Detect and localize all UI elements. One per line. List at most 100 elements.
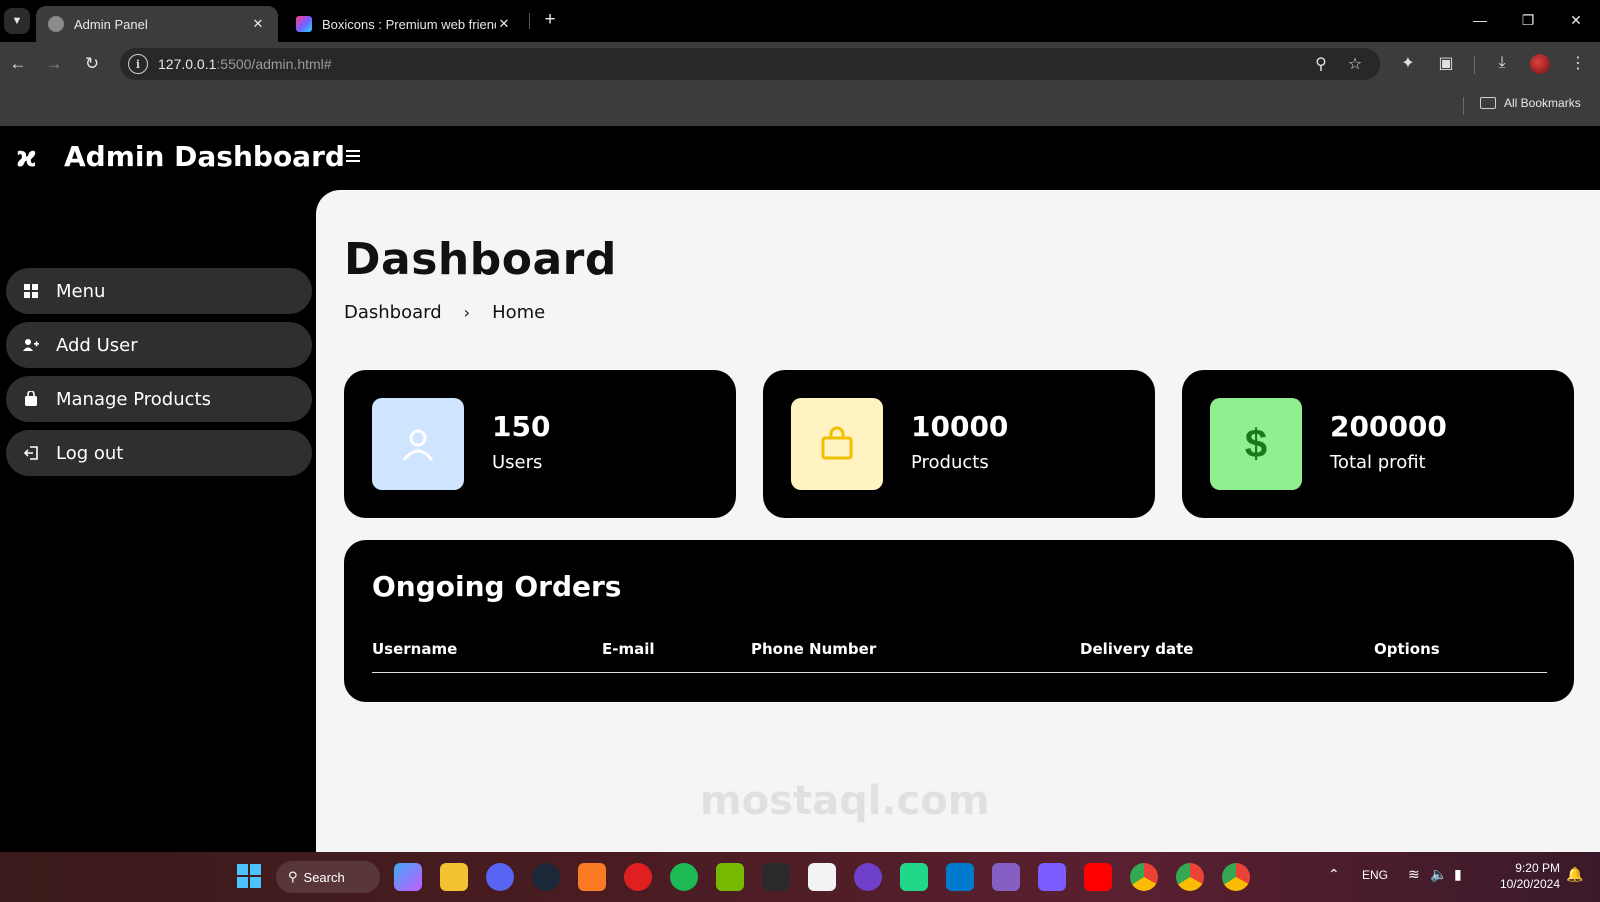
tab-admin-panel[interactable]: Admin Panel ✕ bbox=[36, 6, 278, 42]
xampp-icon[interactable] bbox=[578, 863, 606, 891]
browser-tab-strip: ▼ Admin Panel ✕ Boxicons : Premium web f… bbox=[0, 0, 1600, 42]
extension-bird-icon[interactable]: ✦ bbox=[1396, 51, 1420, 75]
restore-icon[interactable]: ❐ bbox=[1512, 8, 1544, 32]
chrome-icon[interactable] bbox=[1130, 863, 1158, 891]
game-launcher-icon[interactable] bbox=[624, 863, 652, 891]
chevron-up-icon[interactable]: ⌃ bbox=[1328, 866, 1340, 883]
watermark: mostaql.com bbox=[700, 778, 990, 824]
tab-boxicons[interactable]: Boxicons : Premium web friendl ✕ bbox=[284, 6, 524, 42]
sidebar-item-label: Log out bbox=[56, 442, 124, 464]
extensions-puzzle-icon[interactable]: ▣ bbox=[1434, 51, 1458, 75]
battery-icon[interactable]: ▮ bbox=[1454, 866, 1462, 883]
sidebar-item-menu[interactable]: Menu bbox=[6, 268, 312, 314]
nvidia-icon[interactable] bbox=[716, 863, 744, 891]
tab-separator bbox=[529, 13, 530, 29]
taskbar-clock[interactable]: 9:20 PM 10/20/2024 bbox=[1488, 860, 1560, 892]
close-icon[interactable]: ✕ bbox=[250, 16, 266, 32]
bag-icon bbox=[22, 390, 40, 408]
breadcrumb: Dashboard › Home bbox=[344, 302, 545, 323]
sidebar-item-manage-products[interactable]: Manage Products bbox=[6, 376, 312, 422]
stat-card-profit: $ 200000 Total profit bbox=[1182, 370, 1574, 518]
stat-card-products: 10000 Products bbox=[763, 370, 1155, 518]
admin-page: ϰ Admin Dashboard Menu Add User Manage P… bbox=[0, 126, 1600, 852]
back-arrow-icon[interactable]: ← bbox=[4, 50, 32, 78]
bookmark-star-icon[interactable]: ☆ bbox=[1344, 53, 1366, 75]
tab-search-button[interactable]: ▼ bbox=[4, 8, 30, 34]
sidebar-item-label: Manage Products bbox=[56, 388, 211, 410]
new-tab-button[interactable]: + bbox=[538, 8, 562, 32]
logout-icon bbox=[22, 444, 40, 462]
windows-start-icon[interactable] bbox=[236, 863, 262, 889]
brand: ϰ Admin Dashboard bbox=[16, 140, 345, 173]
more-menu-icon[interactable]: ⋮ bbox=[1566, 51, 1590, 75]
file-explorer-icon[interactable] bbox=[440, 863, 468, 891]
breadcrumb-item[interactable]: Dashboard bbox=[344, 302, 442, 323]
boxicons-logo-icon bbox=[296, 16, 312, 32]
breadcrumb-item-current[interactable]: Home bbox=[492, 302, 545, 323]
taskbar-search-label: Search bbox=[303, 869, 345, 885]
brand-logo-icon: ϰ bbox=[16, 140, 37, 173]
profile-avatar-icon[interactable] bbox=[1530, 54, 1550, 74]
sidebar-item-logout[interactable]: Log out bbox=[6, 430, 312, 476]
column-header-options: Options bbox=[1374, 640, 1440, 658]
chrome-alt-icon[interactable] bbox=[1222, 863, 1250, 891]
windows-taskbar: ⚲ Search ⌃ ENG ≋ 🔈 ▮ 9:20 PM 10/20/2024 … bbox=[0, 852, 1600, 902]
steam-icon[interactable] bbox=[532, 863, 560, 891]
language-indicator[interactable]: ENG bbox=[1362, 868, 1388, 882]
chevron-right-icon: › bbox=[463, 303, 471, 322]
window-close-icon[interactable]: ✕ bbox=[1560, 8, 1592, 32]
all-bookmarks-button[interactable]: All Bookmarks bbox=[1480, 96, 1581, 110]
spotify-icon[interactable] bbox=[670, 863, 698, 891]
stat-value: 10000 bbox=[911, 410, 1009, 443]
discord-icon[interactable] bbox=[486, 863, 514, 891]
download-icon[interactable]: ⤓ bbox=[1490, 51, 1514, 75]
page-title: Dashboard bbox=[344, 234, 617, 285]
visual-studio-icon[interactable] bbox=[992, 863, 1020, 891]
url-path: :5500/admin.html# bbox=[216, 56, 332, 72]
hamburger-menu-icon[interactable] bbox=[346, 150, 360, 162]
toolbar-separator bbox=[1474, 56, 1475, 74]
grid-icon bbox=[22, 282, 40, 300]
reload-icon[interactable]: ↻ bbox=[78, 50, 106, 78]
volume-icon[interactable]: 🔈 bbox=[1430, 866, 1447, 883]
stat-label: Users bbox=[492, 452, 543, 473]
epic-games-icon[interactable] bbox=[762, 863, 790, 891]
pycharm-icon[interactable] bbox=[900, 863, 928, 891]
column-header-email: E-mail bbox=[602, 640, 655, 658]
shopping-bag-icon bbox=[791, 398, 883, 490]
site-info-icon[interactable]: i bbox=[128, 54, 148, 74]
stat-label: Total profit bbox=[1330, 452, 1426, 473]
url-host: 127.0.0.1 bbox=[158, 56, 217, 72]
taskbar-search[interactable]: ⚲ Search bbox=[276, 861, 380, 893]
minimize-icon[interactable]: — bbox=[1464, 8, 1496, 32]
bookmarks-separator bbox=[1463, 97, 1464, 115]
github-icon[interactable] bbox=[854, 863, 882, 891]
stat-card-users: 150 Users bbox=[344, 370, 736, 518]
forward-arrow-icon[interactable]: → bbox=[40, 50, 68, 78]
sidebar-item-label: Menu bbox=[56, 280, 106, 302]
orders-title: Ongoing Orders bbox=[372, 570, 622, 603]
wifi-icon[interactable]: ≋ bbox=[1408, 866, 1420, 883]
address-bar[interactable]: i 127.0.0.1:5500/admin.html# ⚲ ☆ bbox=[120, 48, 1380, 80]
copilot-icon[interactable] bbox=[394, 863, 422, 891]
url-text[interactable]: 127.0.0.1:5500/admin.html# bbox=[158, 56, 332, 72]
close-icon[interactable]: ✕ bbox=[496, 16, 512, 32]
all-bookmarks-label: All Bookmarks bbox=[1504, 96, 1581, 110]
tab-title: Admin Panel bbox=[74, 16, 148, 32]
chrome-profile-icon[interactable] bbox=[1176, 863, 1204, 891]
main-content: Dashboard Dashboard › Home 150 Users 100… bbox=[316, 190, 1600, 852]
folder-icon bbox=[1480, 97, 1496, 109]
microsoft-store-icon[interactable] bbox=[808, 863, 836, 891]
sidebar-item-add-user[interactable]: Add User bbox=[6, 322, 312, 368]
user-plus-icon bbox=[22, 336, 40, 354]
notification-bell-icon[interactable]: 🔔 bbox=[1566, 866, 1583, 883]
browser-toolbar: ← → ↻ i 127.0.0.1:5500/admin.html# ⚲ ☆ ✦… bbox=[0, 42, 1600, 84]
column-header-delivery-date: Delivery date bbox=[1080, 640, 1194, 658]
ongoing-orders-panel: Ongoing Orders Username E-mail Phone Num… bbox=[344, 540, 1574, 702]
gamepad-icon[interactable] bbox=[1038, 863, 1066, 891]
vscode-icon[interactable] bbox=[946, 863, 974, 891]
youtube-icon[interactable] bbox=[1084, 863, 1112, 891]
zoom-icon[interactable]: ⚲ bbox=[1310, 53, 1332, 75]
globe-icon bbox=[48, 16, 64, 32]
sidebar-item-label: Add User bbox=[56, 334, 138, 356]
